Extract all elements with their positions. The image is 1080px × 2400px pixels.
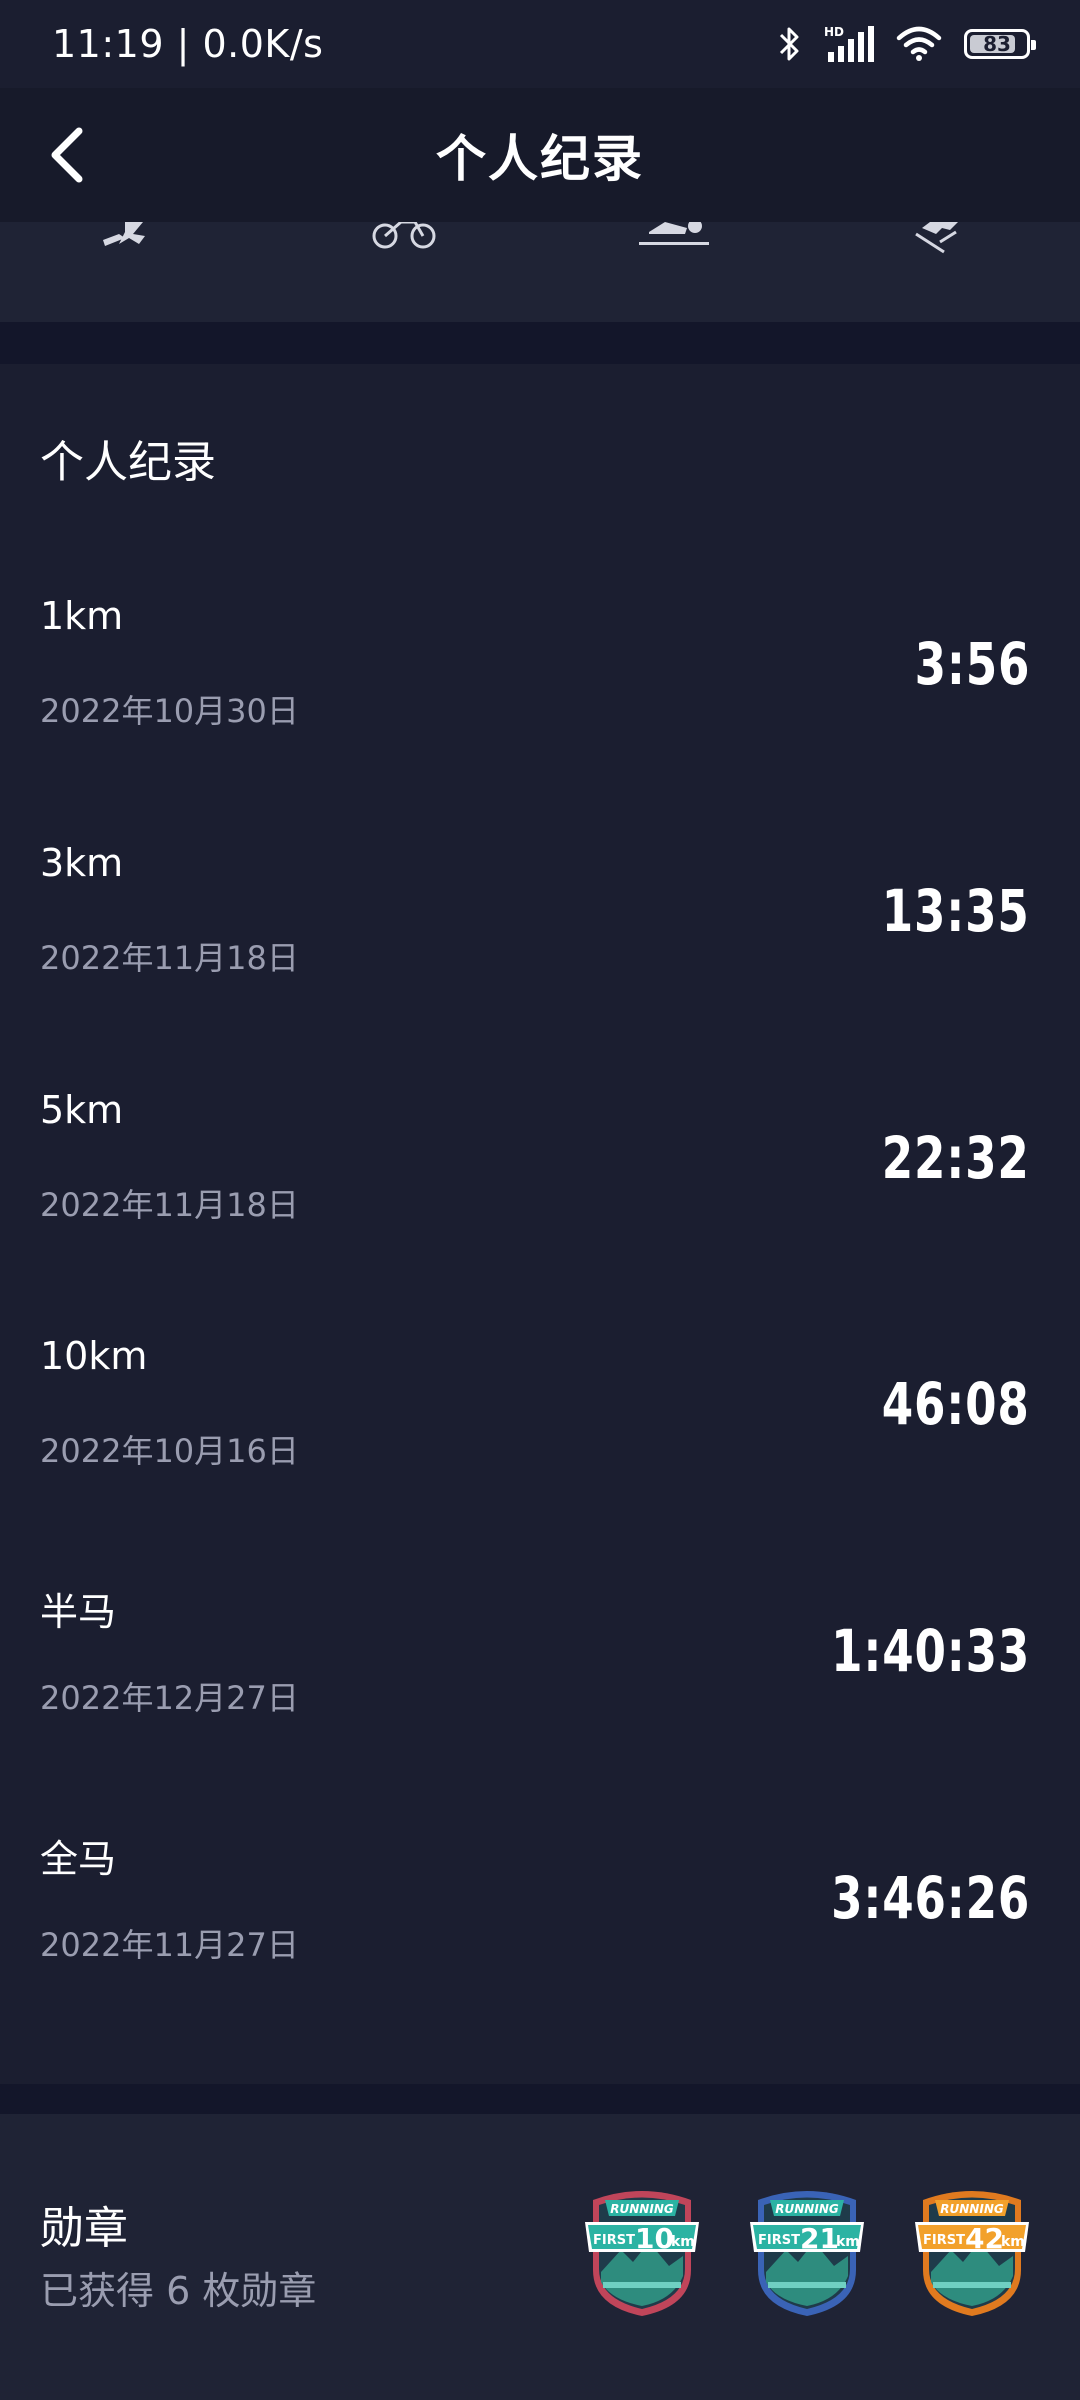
medals-card[interactable]: 勋章 已获得 6 枚勋章 RUNNING FIRST 10 km RUNNING FIRS… [0, 2114, 1080, 2400]
app-bar: 个人纪录 [0, 88, 1080, 222]
status-bar: 11:19 | 0.0K/s HD 83 [0, 0, 1080, 88]
svg-text:42: 42 [965, 2222, 1004, 2255]
medal-icon: RUNNING FIRST 10km [585, 2191, 699, 2316]
record-time: 3:56 [914, 630, 1030, 698]
tab-skiing[interactable] [880, 222, 1000, 262]
record-row[interactable]: 全马 2022年11月27日 3:46:26 [0, 1828, 1080, 2074]
svg-text:km: km [671, 2234, 695, 2250]
medal-badge[interactable]: RUNNING FIRST 42 km [913, 2186, 1031, 2318]
svg-text:21: 21 [800, 2222, 839, 2255]
records-card: 个人纪录 1km 2022年10月30日 3:56 3km 2022年11月18… [0, 364, 1080, 2084]
record-time: 22:32 [882, 1124, 1030, 1192]
battery-icon: 83 [964, 29, 1036, 59]
cycling-icon [372, 222, 436, 249]
record-date: 2022年12月27日 [40, 1679, 299, 1717]
medal-badge[interactable]: RUNNING FIRST 21 km [748, 2186, 866, 2318]
battery-level: 83 [983, 32, 1011, 56]
chevron-left-icon [51, 127, 83, 183]
medal-icon: RUNNING FIRST 42km [915, 2191, 1029, 2316]
svg-text:RUNNING: RUNNING [775, 2202, 839, 2216]
record-row[interactable]: 3km 2022年11月18日 13:35 [0, 841, 1080, 1087]
svg-text:km: km [836, 2234, 860, 2250]
wifi-icon [896, 26, 942, 62]
record-row[interactable]: 1km 2022年10月30日 3:56 [0, 594, 1080, 840]
medals-count: 已获得 6 枚勋章 [40, 2269, 317, 2313]
medals-title: 勋章 [40, 2203, 128, 2254]
record-date: 2022年11月18日 [40, 1186, 299, 1224]
record-row[interactable]: 半马 2022年12月27日 1:40:33 [0, 1581, 1080, 1827]
svg-text:HD: HD [824, 25, 844, 39]
svg-text:10: 10 [635, 2222, 674, 2255]
swimming-icon [639, 222, 709, 245]
bluetooth-icon [778, 25, 800, 63]
status-icons: HD 83 [778, 24, 1036, 64]
back-button[interactable] [30, 118, 104, 192]
record-name: 10km [40, 1334, 148, 1378]
record-name: 1km [40, 594, 124, 638]
record-name: 全马 [40, 1837, 117, 1881]
svg-text:km: km [1001, 2234, 1025, 2250]
section-divider [0, 322, 1080, 364]
record-time: 3:46:26 [830, 1864, 1030, 1932]
record-date: 2022年10月30日 [40, 692, 299, 730]
record-name: 半马 [40, 1590, 117, 1634]
record-date: 2022年11月18日 [40, 939, 299, 977]
record-time: 1:40:33 [830, 1617, 1030, 1685]
record-row[interactable]: 5km 2022年11月18日 22:32 [0, 1088, 1080, 1334]
tab-swimming[interactable] [615, 222, 735, 262]
skiing-icon [915, 222, 958, 254]
record-row[interactable]: 10km 2022年10月16日 46:08 [0, 1334, 1080, 1580]
medal-icon: RUNNING FIRST 21km [750, 2191, 864, 2316]
record-date: 2022年10月16日 [40, 1432, 299, 1470]
svg-text:RUNNING: RUNNING [610, 2202, 674, 2216]
svg-text:RUNNING: RUNNING [940, 2202, 1004, 2216]
record-date: 2022年11月27日 [40, 1926, 299, 1964]
svg-text:FIRST: FIRST [758, 2233, 800, 2248]
signal-hd-icon: HD [822, 24, 874, 64]
tab-running[interactable] [70, 222, 190, 262]
running-icon [103, 222, 145, 246]
record-name: 5km [40, 1088, 124, 1132]
page-title: 个人纪录 [436, 130, 644, 188]
record-time: 13:35 [882, 877, 1030, 945]
tab-cycling[interactable] [345, 222, 465, 262]
section-title: 个人纪录 [40, 437, 216, 488]
sport-tabs [0, 222, 1080, 322]
svg-text:FIRST: FIRST [593, 2233, 635, 2248]
status-time-speed: 11:19 | 0.0K/s [52, 22, 324, 66]
svg-text:FIRST: FIRST [923, 2233, 965, 2248]
record-name: 3km [40, 841, 124, 885]
section-divider [0, 2084, 1080, 2114]
medal-badge[interactable]: RUNNING FIRST 10 km [583, 2186, 701, 2318]
record-time: 46:08 [882, 1370, 1030, 1438]
